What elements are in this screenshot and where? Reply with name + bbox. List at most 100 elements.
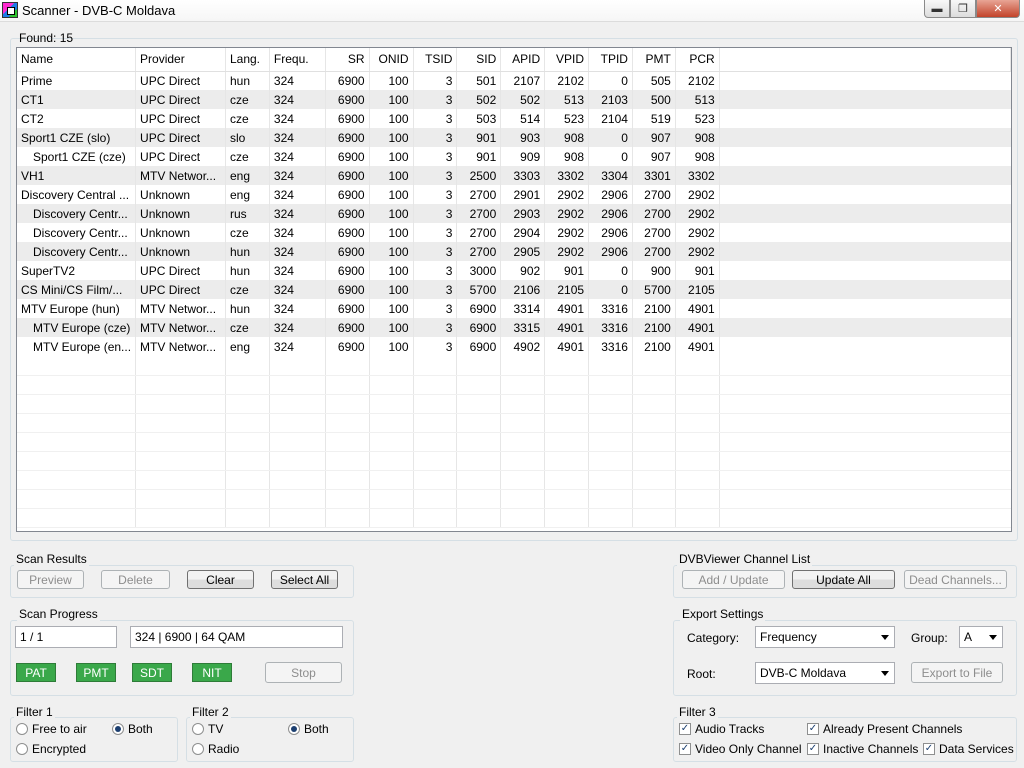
table-cell: 100 [369,299,414,318]
table-cell: 3316 [588,337,633,356]
encrypted-radio[interactable]: Encrypted [16,742,86,756]
table-row[interactable]: CT2 UPC Direct cze 324 6900 100 3 503 514 523 2104… [17,109,1011,128]
nit-indicator: NIT [192,663,232,682]
column-header-pmt[interactable]: PMT [632,48,676,72]
empty-cell [269,375,326,395]
table-cell: MTV Europe (hun) [17,299,137,318]
maximize-button[interactable]: ❐ [950,0,976,18]
empty-cell [675,470,720,490]
column-header-filler [719,48,1011,72]
minimize-button[interactable]: ▬ [924,0,950,18]
root-select[interactable]: DVB-C Moldava [755,662,895,684]
empty-cell [500,489,546,509]
filter2-both-radio[interactable]: Both [288,722,329,736]
empty-cell [225,375,270,395]
column-header-sr[interactable]: SR [325,48,370,72]
column-header-tpid[interactable]: TPID [588,48,633,72]
table-row[interactable]: SuperTV2 UPC Direct hun 324 6900 100 3 3000 902 9… [17,261,1011,280]
table-cell: cze [225,90,270,109]
column-header-tsid[interactable]: TSID [413,48,458,72]
progress-field[interactable]: 1 / 1 [15,626,117,648]
group-select[interactable]: A [959,626,1003,648]
table-cell: UPC Direct [135,90,226,109]
export-to-file-button[interactable]: Export to File [911,662,1003,683]
inactive-channels-checkbox[interactable]: ✓ Inactive Channels [807,742,918,756]
table-cell: 513 [675,90,720,109]
stop-button[interactable]: Stop [265,662,342,683]
already-present-checkbox[interactable]: ✓ Already Present Channels [807,722,962,736]
table-cell: 6900 [325,299,370,318]
column-header-lang[interactable]: Lang. [225,48,270,72]
title-bar[interactable]: Scanner - DVB-C Moldava ▬ ❐ ✕ [0,0,1024,22]
table-row[interactable]: Sport1 CZE (cze) UPC Direct cze 324 6900 100 3… [17,147,1011,166]
update-all-button[interactable]: Update All [792,570,895,589]
add-update-button[interactable]: Add / Update [682,570,785,589]
table-cell: 903 [500,128,546,147]
table-row[interactable]: Discovery Central ... Unknown eng 324 6900 10… [17,185,1011,204]
empty-cell [369,451,414,471]
table-row[interactable]: Prime UPC Direct hun 324 6900 100 3 501 2107 2102… [17,71,1011,90]
free-to-air-radio[interactable]: Free to air [16,722,87,736]
radio-radio[interactable]: Radio [192,742,239,756]
dead-channels-button[interactable]: Dead Channels... [904,570,1007,589]
table-cell: 901 [456,147,502,166]
table-row[interactable]: CT1 UPC Direct cze 324 6900 100 3 502 502 513 2103… [17,90,1011,109]
empty-cell [325,489,370,509]
filter1-both-radio[interactable]: Both [112,722,153,736]
transponder-field[interactable]: 324 | 6900 | 64 QAM [130,626,343,648]
table-row[interactable]: Discovery Centr... Unknown hun 324 6900 100 3 2… [17,242,1011,261]
table-cell-filler [719,147,1010,166]
data-services-checkbox[interactable]: ✓ Data Services [923,742,1014,756]
empty-cell [325,375,370,395]
empty-cell [632,508,676,528]
empty-cell [135,356,226,376]
close-button[interactable]: ✕ [976,0,1020,18]
column-header-apid[interactable]: APID [500,48,546,72]
app-icon[interactable] [2,2,18,18]
column-header-pcr[interactable]: PCR [675,48,720,72]
select-all-button[interactable]: Select All [271,570,338,589]
empty-cell [17,356,137,376]
table-row[interactable]: Discovery Centr... Unknown cze 324 6900 100 3 2… [17,223,1011,242]
table-cell: 100 [369,204,414,223]
table-cell: 4901 [675,299,720,318]
table-cell: 3 [413,242,458,261]
table-row[interactable]: MTV Europe (en... MTV Networ... eng 324 6900… [17,337,1011,356]
preview-button[interactable]: Preview [17,570,84,589]
empty-cell [675,394,720,414]
scan-results-title: Scan Results [14,552,89,566]
empty-cell [500,508,546,528]
table-cell: 324 [269,71,326,90]
table-row[interactable]: MTV Europe (hun) MTV Networ... hun 324 6900 1… [17,299,1011,318]
channel-table[interactable]: Name Provider Lang. Frequ. SR ONID TSID SID APID… [16,47,1012,532]
empty-cell [632,394,676,414]
column-header-sid[interactable]: SID [456,48,502,72]
table-cell: Discovery Centr... [17,242,137,261]
tv-radio[interactable]: TV [192,722,223,736]
table-cell-filler [719,185,1010,204]
video-only-checkbox[interactable]: ✓ Video Only Channel [679,742,802,756]
table-cell: 902 [500,261,546,280]
table-cell: 0 [588,147,633,166]
empty-cell [135,451,226,471]
table-cell: MTV Networ... [135,337,226,356]
table-row[interactable]: CS Mini/CS Film/... UPC Direct cze 324 6900 1… [17,280,1011,299]
scan-progress-title: Scan Progress [17,607,100,621]
table-row[interactable]: Discovery Centr... Unknown rus 324 6900 100 3 2… [17,204,1011,223]
column-header-provider[interactable]: Provider [135,48,226,72]
table-cell: 3 [413,128,458,147]
category-select[interactable]: Frequency [755,626,895,648]
delete-button[interactable]: Delete [101,570,170,589]
table-row[interactable]: Sport1 CZE (slo) UPC Direct slo 324 6900 100 3… [17,128,1011,147]
table-cell: cze [225,109,270,128]
table-cell: 2906 [588,223,633,242]
column-header-vpid[interactable]: VPID [544,48,590,72]
table-row[interactable]: VH1 MTV Networ... eng 324 6900 100 3 2500 3303 33… [17,166,1011,185]
column-header-frequ[interactable]: Frequ. [269,48,326,72]
clear-button[interactable]: Clear [187,570,254,589]
column-header-name[interactable]: Name [17,48,137,72]
table-cell: 6900 [325,337,370,356]
table-row[interactable]: MTV Europe (cze) MTV Networ... cze 324 6900 1… [17,318,1011,337]
audio-tracks-checkbox[interactable]: ✓ Audio Tracks [679,722,764,736]
column-header-onid[interactable]: ONID [369,48,414,72]
